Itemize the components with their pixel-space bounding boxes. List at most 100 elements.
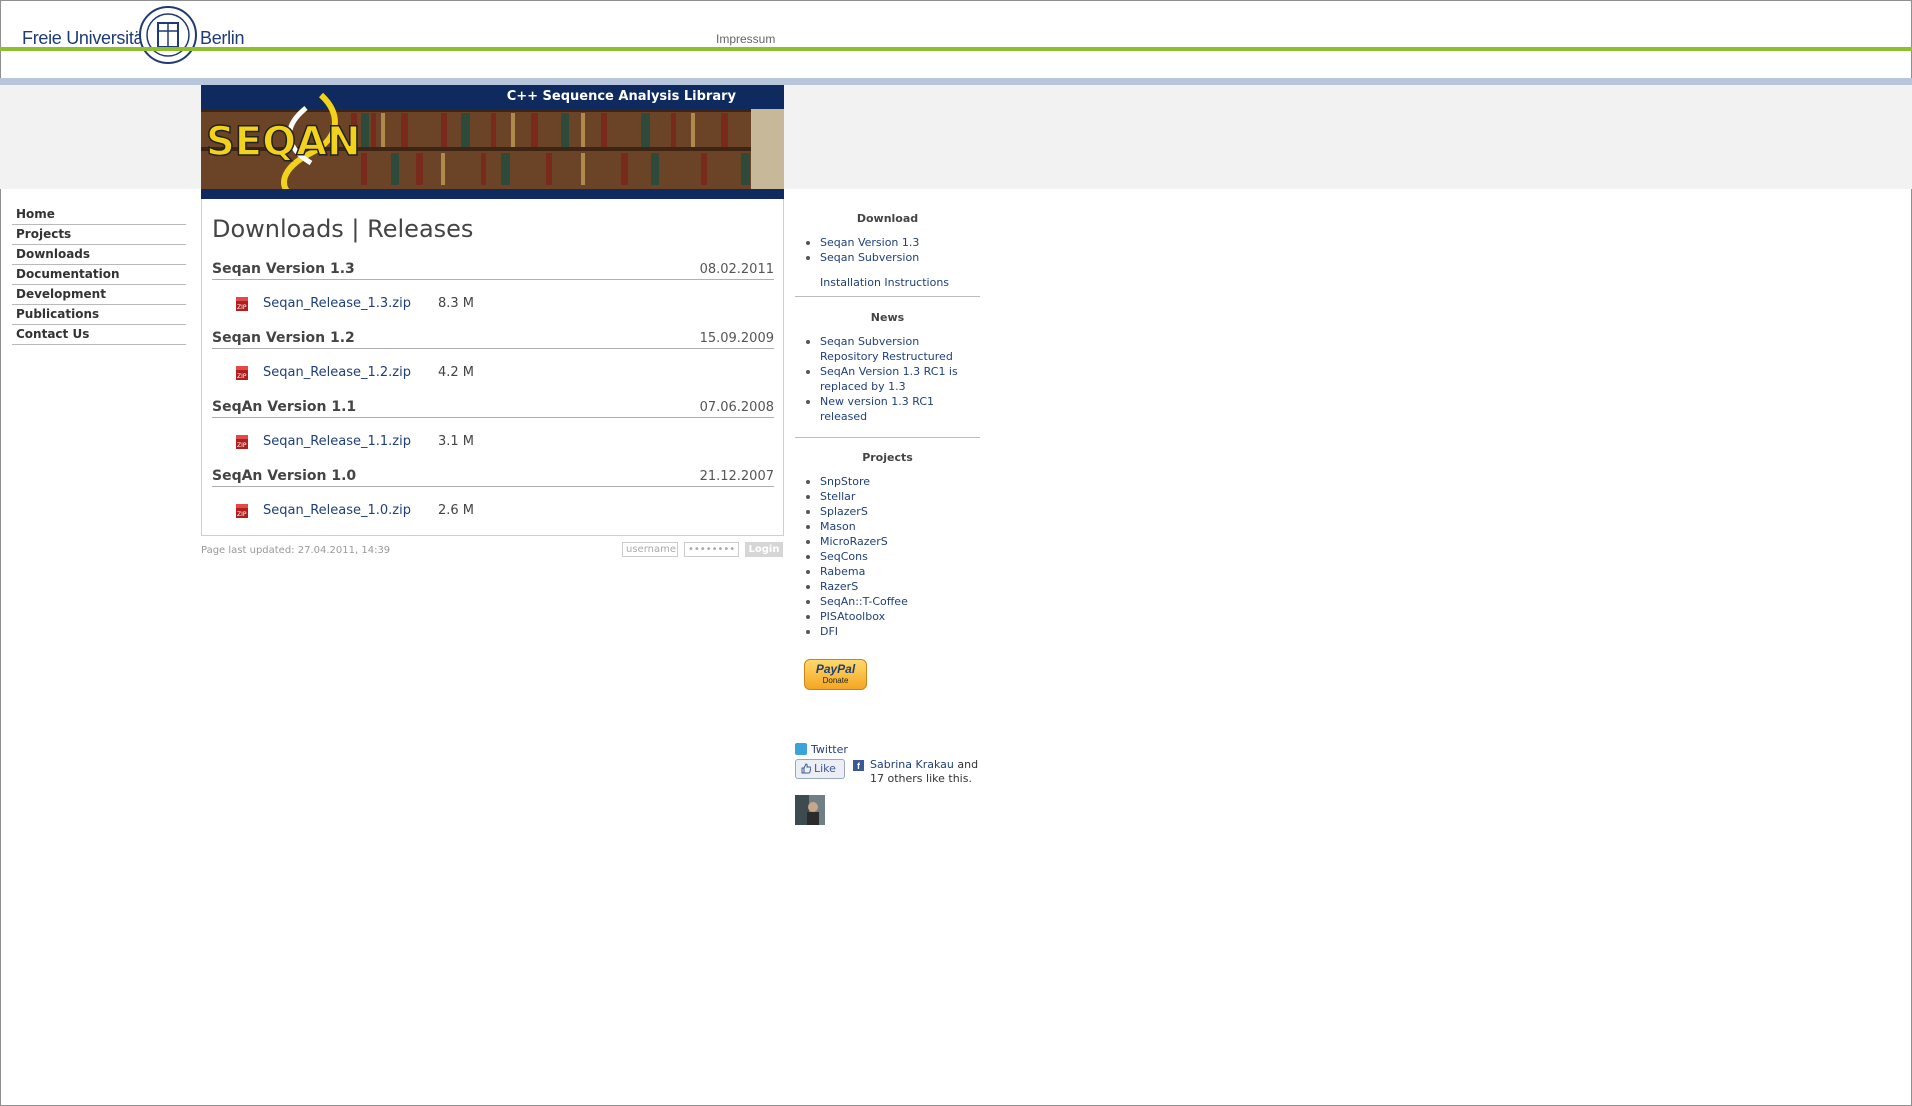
zip-file-icon: ZIP — [236, 435, 248, 449]
release-file-row: ZIP Seqan_Release_1.0.zip 2.6 M — [212, 501, 774, 521]
file-size: 8.3 M — [438, 296, 475, 311]
paypal-label: PayPal — [815, 662, 856, 676]
page-last-updated: Page last updated: 27.04.2011, 14:39 — [201, 545, 391, 556]
header-blue-rule — [0, 78, 1912, 85]
news-link[interactable]: Seqan Subversion Repository Restructured — [820, 335, 953, 363]
release-name: SeqAn Version 1.0 — [212, 468, 357, 484]
list-item: SeqAn Version 1.3 RC1 is replaced by 1.3 — [806, 364, 980, 394]
paypal-donate-label: Donate — [822, 676, 849, 685]
list-item: Seqan Subversion Repository Restructured — [806, 334, 980, 364]
like-button-label: Like — [814, 762, 836, 775]
nav-item-contact-us[interactable]: Contact Us — [12, 326, 186, 345]
release-name: Seqan Version 1.2 — [212, 330, 355, 346]
facebook-like-text: Sabrina Krakau and 17 others like this. — [870, 758, 980, 786]
release-block: Seqan Version 1.3 08.02.2011 ZIP Seqan_R… — [212, 261, 774, 314]
twitter-link[interactable]: Twitter — [811, 743, 848, 756]
list-item: MicroRazerS — [806, 534, 980, 549]
list-item: Stellar — [806, 489, 980, 504]
nav-item-projects[interactable]: Projects — [12, 226, 186, 245]
login-button[interactable]: Login — [745, 542, 783, 557]
download-version-link[interactable]: Seqan Version 1.3 — [820, 236, 919, 249]
release-name: Seqan Version 1.3 — [212, 261, 355, 277]
project-link[interactable]: SnpStore — [820, 475, 870, 488]
release-date: 08.02.2011 — [699, 262, 774, 277]
release-header: SeqAn Version 1.0 21.12.2007 — [212, 468, 774, 487]
project-link[interactable]: RazerS — [820, 580, 858, 593]
download-link[interactable]: Seqan_Release_1.2.zip — [263, 365, 411, 380]
release-file-row: ZIP Seqan_Release_1.3.zip 8.3 M — [212, 294, 774, 314]
download-list: Seqan Version 1.3 Seqan Subversion — [795, 235, 980, 265]
list-item: Mason — [806, 519, 980, 534]
release-header: SeqAn Version 1.1 07.06.2008 — [212, 399, 774, 418]
list-item: SeqAn::T-Coffee — [806, 594, 980, 609]
banner-bottom-bar — [201, 189, 784, 199]
news-list: Seqan Subversion Repository Restructured… — [795, 334, 980, 424]
university-name-right[interactable]: Berlin — [200, 28, 245, 49]
project-link[interactable]: SeqCons — [820, 550, 868, 563]
project-link[interactable]: Rabema — [820, 565, 865, 578]
list-item: PISAtoolbox — [806, 609, 980, 624]
university-seal-icon[interactable] — [138, 5, 198, 65]
facebook-like-button[interactable]: Like — [795, 759, 845, 779]
installation-instructions-link[interactable]: Installation Instructions — [820, 276, 949, 289]
download-subversion-link[interactable]: Seqan Subversion — [820, 251, 919, 264]
svg-text:ZIP: ZIP — [237, 442, 247, 449]
nav-item-home[interactable]: Home — [12, 206, 186, 225]
svg-text:SEQAN: SEQAN — [206, 119, 361, 165]
project-link[interactable]: SeqAn::T-Coffee — [820, 595, 908, 608]
news-link[interactable]: SeqAn Version 1.3 RC1 is replaced by 1.3 — [820, 365, 958, 393]
twitter-icon[interactable] — [795, 743, 807, 755]
download-link[interactable]: Seqan_Release_1.0.zip — [263, 503, 411, 518]
password-input[interactable]: •••••••• — [684, 542, 739, 557]
file-size: 4.2 M — [438, 365, 475, 380]
nav-item-development[interactable]: Development — [12, 286, 186, 305]
nav-item-publications[interactable]: Publications — [12, 306, 186, 325]
sidebar-divider — [795, 296, 980, 297]
impressum-link[interactable]: Impressum — [716, 32, 775, 46]
nav-item-downloads[interactable]: Downloads — [12, 246, 186, 265]
list-item: New version 1.3 RC1 released — [806, 394, 980, 424]
main-content: Downloads | Releases Seqan Version 1.3 0… — [201, 199, 784, 536]
page-title: Downloads | Releases — [212, 215, 474, 243]
seqan-logo[interactable]: SEQAN — [201, 93, 371, 193]
projects-section-title: Projects — [862, 451, 913, 464]
release-file-row: ZIP Seqan_Release_1.1.zip 3.1 M — [212, 432, 774, 452]
release-file-row: ZIP Seqan_Release_1.2.zip 4.2 M — [212, 363, 774, 383]
like-text-count: 17 others like this. — [870, 772, 972, 785]
list-item: RazerS — [806, 579, 980, 594]
list-item: Seqan Subversion — [806, 250, 980, 265]
projects-section: Projects SnpStore Stellar SplazerS Mason… — [795, 451, 980, 639]
release-block: Seqan Version 1.2 15.09.2009 ZIP Seqan_R… — [212, 330, 774, 383]
facebook-avatar[interactable] — [795, 795, 825, 825]
project-link[interactable]: Stellar — [820, 490, 855, 503]
facebook-icon: f — [853, 760, 864, 771]
news-section: News Seqan Subversion Repository Restruc… — [795, 311, 980, 424]
release-date: 15.09.2009 — [699, 331, 774, 346]
download-link[interactable]: Seqan_Release_1.3.zip — [263, 296, 411, 311]
file-size: 3.1 M — [438, 434, 475, 449]
svg-text:ZIP: ZIP — [237, 373, 247, 380]
release-block: SeqAn Version 1.0 21.12.2007 ZIP Seqan_R… — [212, 468, 774, 521]
seqan-banner: C++ Sequence Analysis Library SEQAN — [201, 85, 784, 199]
project-link[interactable]: PISAtoolbox — [820, 610, 885, 623]
list-item: SplazerS — [806, 504, 980, 519]
username-input[interactable]: username — [622, 542, 678, 557]
download-section-title: Download — [856, 212, 919, 225]
list-item: Rabema — [806, 564, 980, 579]
project-link[interactable]: Mason — [820, 520, 856, 533]
facebook-friend-link[interactable]: Sabrina Krakau — [870, 758, 954, 771]
sidebar-divider — [795, 437, 980, 438]
university-name-left[interactable]: Freie Universität — [22, 28, 148, 49]
nav-item-documentation[interactable]: Documentation — [12, 266, 186, 285]
project-link[interactable]: SplazerS — [820, 505, 868, 518]
list-item: SeqCons — [806, 549, 980, 564]
paypal-donate-button[interactable]: PayPal Donate — [804, 659, 867, 690]
release-date: 21.12.2007 — [699, 469, 774, 484]
zip-file-icon: ZIP — [236, 297, 248, 311]
project-link[interactable]: DFI — [820, 625, 838, 638]
svg-text:ZIP: ZIP — [237, 304, 247, 311]
download-link[interactable]: Seqan_Release_1.1.zip — [263, 434, 411, 449]
header-green-rule — [0, 47, 1912, 51]
project-link[interactable]: MicroRazerS — [820, 535, 888, 548]
news-link[interactable]: New version 1.3 RC1 released — [820, 395, 934, 423]
